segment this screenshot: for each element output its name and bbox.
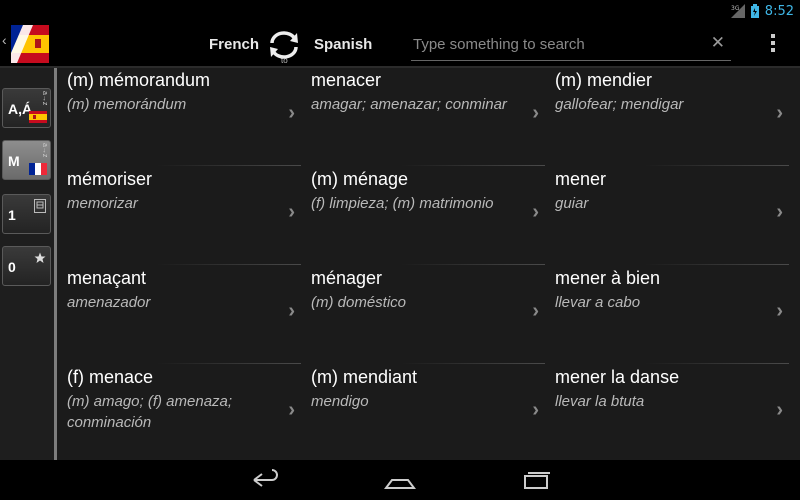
entry-term: (m) mendier bbox=[555, 70, 653, 90]
spain-flag-icon bbox=[29, 111, 47, 123]
list-item[interactable]: (m) ménage (f) limpieza; (m) matrimonio … bbox=[301, 167, 545, 265]
sort-target-button[interactable]: M a→z bbox=[2, 140, 51, 180]
divider bbox=[401, 363, 545, 364]
status-bar: 3G 8:52 bbox=[0, 0, 800, 22]
home-icon[interactable] bbox=[384, 468, 416, 492]
divider bbox=[645, 165, 789, 166]
favorites-count: 0 bbox=[8, 259, 16, 275]
network-type: 3G bbox=[731, 5, 740, 12]
entry-term: mener à bien bbox=[555, 268, 661, 288]
list-item[interactable]: menaçant amenazador › bbox=[57, 266, 301, 364]
list-item[interactable]: (f) menace (m) amago; (f) amenaza; conmi… bbox=[57, 365, 301, 463]
clear-search-icon[interactable]: ✕ bbox=[711, 33, 725, 53]
entry-term: (f) menace bbox=[67, 367, 154, 387]
up-caret-icon[interactable]: ‹ bbox=[2, 32, 7, 48]
chevron-right-icon: › bbox=[288, 102, 295, 124]
list-item[interactable]: (m) mendier gallofear; mendigar › bbox=[545, 68, 789, 166]
chevron-right-icon: › bbox=[532, 300, 539, 322]
overflow-menu-icon[interactable] bbox=[766, 34, 780, 56]
sort-source-button[interactable]: A,Á a→z bbox=[2, 88, 51, 128]
star-icon bbox=[34, 252, 46, 263]
entry-term: mener bbox=[555, 169, 607, 189]
divider bbox=[157, 363, 301, 364]
status-time: 8:52 bbox=[764, 3, 794, 19]
list-item[interactable]: ménager (m) doméstico › bbox=[301, 266, 545, 364]
entry-translation: llevar a cabo bbox=[555, 294, 641, 311]
entry-translation: (m) memorándum bbox=[67, 96, 187, 113]
chevron-right-icon: › bbox=[288, 399, 295, 421]
signal-icon: 3G bbox=[730, 4, 745, 18]
back-icon[interactable] bbox=[250, 468, 280, 492]
entry-translation: mendigo bbox=[311, 393, 369, 410]
entry-translation: (f) limpieza; (m) matrimonio bbox=[311, 195, 494, 212]
to-language-label[interactable]: Spanish bbox=[314, 36, 372, 53]
chevron-right-icon: › bbox=[532, 201, 539, 223]
entry-translation: (m) doméstico bbox=[311, 294, 407, 311]
entry-translation: amagar; amenazar; conminar bbox=[311, 96, 507, 113]
list-item[interactable]: mémoriser memorizar › bbox=[57, 167, 301, 265]
list-item[interactable]: menacer amagar; amenazar; conminar › bbox=[301, 68, 545, 166]
chevron-right-icon: › bbox=[532, 102, 539, 124]
from-language-label[interactable]: French bbox=[209, 36, 259, 53]
entry-translation: llevar la btuta bbox=[555, 393, 645, 410]
divider bbox=[401, 264, 545, 265]
entry-term: mener la danse bbox=[555, 367, 680, 387]
france-flag-icon bbox=[29, 163, 47, 175]
entry-translation: memorizar bbox=[67, 195, 138, 212]
search-input[interactable] bbox=[411, 32, 705, 56]
divider bbox=[157, 264, 301, 265]
divider bbox=[645, 363, 789, 364]
entry-translation: amenazador bbox=[67, 294, 151, 311]
action-bar: ‹ French to Spanish ✕ bbox=[0, 22, 800, 68]
entry-term: (m) mémorandum bbox=[67, 70, 211, 90]
sort-az-indicator: a→z bbox=[41, 143, 48, 158]
entry-term: (m) mendiant bbox=[311, 367, 418, 387]
chevron-right-icon: › bbox=[776, 201, 783, 223]
favorites-button[interactable]: 0 bbox=[2, 246, 51, 286]
entry-term: ménager bbox=[311, 268, 383, 288]
entry-translation: guiar bbox=[555, 195, 589, 212]
chevron-right-icon: › bbox=[532, 399, 539, 421]
list-item[interactable]: mener à bien llevar a cabo › bbox=[545, 266, 789, 364]
entry-translation: gallofear; mendigar bbox=[555, 96, 684, 113]
to-label: to bbox=[281, 56, 288, 65]
chevron-right-icon: › bbox=[776, 102, 783, 124]
entry-term: menaçant bbox=[67, 268, 147, 288]
chevron-right-icon: › bbox=[776, 399, 783, 421]
entry-translation: (m) amago; (f) amenaza; conminación bbox=[67, 393, 233, 431]
status-icons: 3G 8:52 bbox=[730, 2, 794, 20]
chevron-right-icon: › bbox=[288, 300, 295, 322]
system-nav-bar bbox=[0, 460, 800, 500]
list-item[interactable]: (m) mendiant mendigo › bbox=[301, 365, 545, 463]
list-item[interactable]: mener la danse llevar la btuta › bbox=[545, 365, 789, 463]
divider bbox=[645, 264, 789, 265]
sort-az-indicator: a→z bbox=[41, 91, 48, 106]
entry-term: menacer bbox=[311, 70, 382, 90]
list-item[interactable]: mener guiar › bbox=[545, 167, 789, 265]
chevron-right-icon: › bbox=[288, 201, 295, 223]
list-item[interactable]: (m) mémorandum (m) memorándum › bbox=[57, 68, 301, 166]
chevron-right-icon: › bbox=[776, 300, 783, 322]
history-button[interactable]: 1 bbox=[2, 194, 51, 234]
battery-icon bbox=[750, 4, 759, 18]
app-logo-icon[interactable] bbox=[11, 25, 49, 63]
entry-term: (m) ménage bbox=[311, 169, 409, 189]
search-box: ✕ bbox=[411, 28, 731, 61]
sidebar: A,Á a→z M a→z 1 0 bbox=[0, 68, 57, 460]
history-count: 1 bbox=[8, 207, 16, 223]
divider bbox=[401, 165, 545, 166]
dictionary-grid: (m) mémorandum (m) memorándum › menacer … bbox=[57, 68, 800, 460]
recents-icon[interactable] bbox=[521, 468, 551, 492]
history-icon bbox=[34, 199, 46, 213]
divider bbox=[157, 165, 301, 166]
entry-term: mémoriser bbox=[67, 169, 153, 189]
sidebar-item-label: M bbox=[8, 153, 20, 169]
